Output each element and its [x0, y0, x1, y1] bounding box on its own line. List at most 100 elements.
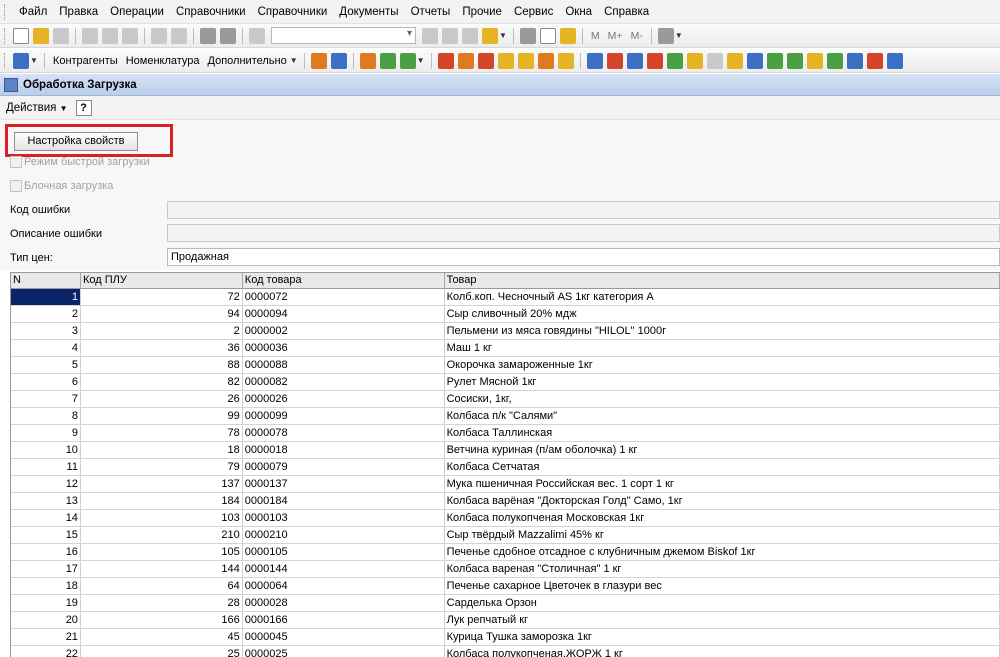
column-header-n[interactable]: N [11, 273, 81, 288]
block-load-checkbox[interactable]: Блочная загрузка [10, 180, 113, 192]
cell-code[interactable]: 0000028 [243, 595, 445, 611]
cell-name[interactable]: Сосиски, 1кг, [445, 391, 1000, 407]
save-icon[interactable] [53, 27, 69, 44]
doc-icon-4[interactable] [646, 52, 663, 69]
cell-n[interactable]: 8 [11, 408, 81, 424]
cell-n[interactable]: 7 [11, 391, 81, 407]
cell-code[interactable]: 0000025 [243, 646, 445, 657]
table-row[interactable]: 20 166 0000166 Лук репчатый кг [11, 612, 1000, 629]
report-icon-7[interactable] [557, 52, 574, 69]
open-icon[interactable] [33, 27, 49, 44]
table-row[interactable]: 1 72 0000072 Колб.коп. Чесночный AS 1кг кат… [11, 289, 1000, 306]
cell-plu[interactable]: 78 [81, 425, 243, 441]
cell-code[interactable]: 0000166 [243, 612, 445, 628]
table-row[interactable]: 22 25 0000025 Колбаса полукопченая,ЖОРЖ 1 к… [11, 646, 1000, 657]
cell-code[interactable]: 0000103 [243, 510, 445, 526]
memory-plus-button[interactable]: M+ [608, 30, 623, 42]
column-header-name[interactable]: Товар [445, 273, 1000, 288]
cell-name[interactable]: Сыр сливочный 20% мдж [445, 306, 1000, 322]
doc-icon-2[interactable] [606, 52, 623, 69]
cell-n[interactable]: 5 [11, 357, 81, 373]
wrench-icon[interactable] [657, 27, 674, 44]
new-document-icon[interactable] [13, 27, 29, 44]
cell-code[interactable]: 0000036 [243, 340, 445, 356]
journal-icon[interactable] [310, 52, 327, 69]
cell-n[interactable]: 9 [11, 425, 81, 441]
cell-name[interactable]: Колбаса полукопченая Московская 1кг [445, 510, 1000, 526]
cell-plu[interactable]: 88 [81, 357, 243, 373]
tools-icon[interactable] [559, 27, 576, 44]
fast-load-checkbox[interactable]: Режим быстрой загрузки [10, 156, 150, 168]
cell-name[interactable]: Колбаса Таллинская [445, 425, 1000, 441]
menu-operations[interactable]: Операции [104, 6, 170, 18]
settings-properties-button[interactable]: Настройка свойств [14, 132, 138, 151]
table-row[interactable]: 13 184 0000184 Колбаса варёная "Докторская … [11, 493, 1000, 510]
doc-icon-1[interactable] [586, 52, 603, 69]
menu-other[interactable]: Прочие [456, 6, 508, 18]
cell-name[interactable]: Колбаса полукопченая,ЖОРЖ 1 кг [445, 646, 1000, 657]
nomenclature-button[interactable]: Номенклатура [126, 55, 200, 67]
cell-plu[interactable]: 105 [81, 544, 243, 560]
doc-icon-9[interactable] [746, 52, 763, 69]
cell-name[interactable]: Мука пшеничная Российская вес. 1 сорт 1 … [445, 476, 1000, 492]
table-row[interactable]: 3 2 0000002 Пельмени из мяса говядины "HILO… [11, 323, 1000, 340]
cell-name[interactable]: Пельмени из мяса говядины "HILOL" 1000г [445, 323, 1000, 339]
cell-plu[interactable]: 99 [81, 408, 243, 424]
cell-n[interactable]: 21 [11, 629, 81, 645]
cell-code[interactable]: 0000072 [243, 289, 445, 305]
cell-plu[interactable]: 82 [81, 374, 243, 390]
table-row[interactable]: 9 78 0000078 Колбаса Таллинская [11, 425, 1000, 442]
doc-icon-5[interactable] [666, 52, 683, 69]
chevron-down-icon[interactable]: ▼ [290, 56, 298, 65]
print-icon[interactable] [151, 27, 167, 44]
cell-name[interactable]: Сарделька Орзон [445, 595, 1000, 611]
menu-catalogs-2[interactable]: Справочники [252, 6, 334, 18]
report-icon-6[interactable] [537, 52, 554, 69]
doc-icon-15[interactable] [866, 52, 883, 69]
column-header-plu[interactable]: Код ПЛУ [81, 273, 243, 288]
cell-plu[interactable]: 25 [81, 646, 243, 657]
cell-n[interactable]: 18 [11, 578, 81, 594]
cell-plu[interactable]: 144 [81, 561, 243, 577]
cell-n[interactable]: 6 [11, 374, 81, 390]
cell-code[interactable]: 0000184 [243, 493, 445, 509]
doc-icon-13[interactable] [826, 52, 843, 69]
chart-icon[interactable] [399, 52, 416, 69]
cell-n[interactable]: 10 [11, 442, 81, 458]
copy-icon[interactable] [102, 27, 118, 44]
cell-n[interactable]: 16 [11, 544, 81, 560]
cell-name[interactable]: Колб.коп. Чесночный AS 1кг категория А [445, 289, 1000, 305]
cell-plu[interactable]: 166 [81, 612, 243, 628]
cell-n[interactable]: 20 [11, 612, 81, 628]
cell-code[interactable]: 0000094 [243, 306, 445, 322]
cell-n[interactable]: 4 [11, 340, 81, 356]
table-row[interactable]: 7 26 0000026 Сосиски, 1кг, [11, 391, 1000, 408]
table-row[interactable]: 10 18 0000018 Ветчина куриная (п/ам оболочк… [11, 442, 1000, 459]
table-row[interactable]: 18 64 0000064 Печенье сахарное Цветочек в г… [11, 578, 1000, 595]
table-row[interactable]: 6 82 0000082 Рулет Мясной 1кг [11, 374, 1000, 391]
doc-icon-12[interactable] [806, 52, 823, 69]
doc-icon-6[interactable] [686, 52, 703, 69]
cell-name[interactable]: Печенье сдобное отсадное с клубничным дж… [445, 544, 1000, 560]
window-icon[interactable] [462, 27, 478, 44]
doc-icon-7[interactable] [706, 52, 723, 69]
table-row[interactable]: 2 94 0000094 Сыр сливочный 20% мдж [11, 306, 1000, 323]
cell-n[interactable]: 3 [11, 323, 81, 339]
cell-n[interactable]: 1 [11, 289, 81, 305]
cell-plu[interactable]: 137 [81, 476, 243, 492]
cell-plu[interactable]: 72 [81, 289, 243, 305]
list-icon[interactable] [330, 52, 347, 69]
cell-plu[interactable]: 79 [81, 459, 243, 475]
find-prev-icon[interactable] [442, 27, 458, 44]
chevron-down-icon[interactable]: ▼ [675, 31, 683, 40]
report-icon-5[interactable] [517, 52, 534, 69]
cell-name[interactable]: Лук репчатый кг [445, 612, 1000, 628]
cell-name[interactable]: Курица Тушка заморозка 1кг [445, 629, 1000, 645]
doc-icon-14[interactable] [846, 52, 863, 69]
table-row[interactable]: 19 28 0000028 Сарделька Орзон [11, 595, 1000, 612]
menu-edit[interactable]: Правка [53, 6, 104, 18]
table-icon[interactable] [379, 52, 396, 69]
table-row[interactable]: 8 99 0000099 Колбаса п/к "Салями" [11, 408, 1000, 425]
menu-file[interactable]: Файл [13, 6, 53, 18]
chevron-down-icon[interactable]: ▼ [30, 56, 38, 65]
